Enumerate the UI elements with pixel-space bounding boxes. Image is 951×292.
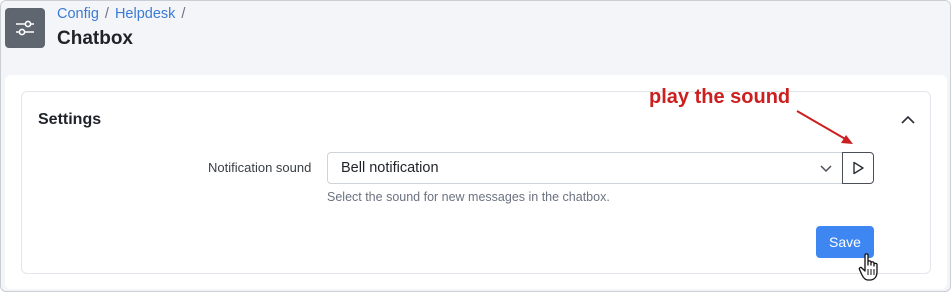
- annotation-arrow: [796, 110, 853, 144]
- page-header: Config / Helpdesk / Chatbox: [1, 1, 950, 75]
- collapse-button[interactable]: [898, 110, 918, 130]
- breadcrumb-link-config[interactable]: Config: [57, 6, 99, 22]
- settings-card-title: Settings: [38, 111, 102, 128]
- breadcrumb: Config / Helpdesk /: [57, 6, 185, 22]
- hand-pointer-icon: [858, 253, 878, 281]
- breadcrumb-link-helpdesk[interactable]: Helpdesk: [115, 6, 175, 22]
- breadcrumb-separator: /: [104, 6, 109, 22]
- window-frame: Config / Helpdesk / Chatbox Settings Not…: [0, 0, 951, 292]
- sliders-icon: [5, 8, 45, 48]
- notification-sound-select[interactable]: Bell notification: [327, 152, 843, 184]
- notification-sound-label: Notification sound: [208, 160, 312, 175]
- play-sound-button[interactable]: [842, 152, 874, 184]
- chevron-up-icon: [901, 115, 915, 124]
- page-title: Chatbox: [57, 28, 133, 49]
- notification-sound-help: Select the sound for new messages in the…: [327, 190, 610, 204]
- chevron-down-icon: [820, 165, 832, 173]
- annotation-label: play the sound: [649, 86, 791, 108]
- notification-sound-value: Bell notification: [341, 160, 439, 176]
- breadcrumb-separator: /: [181, 6, 186, 22]
- play-icon: [853, 161, 864, 175]
